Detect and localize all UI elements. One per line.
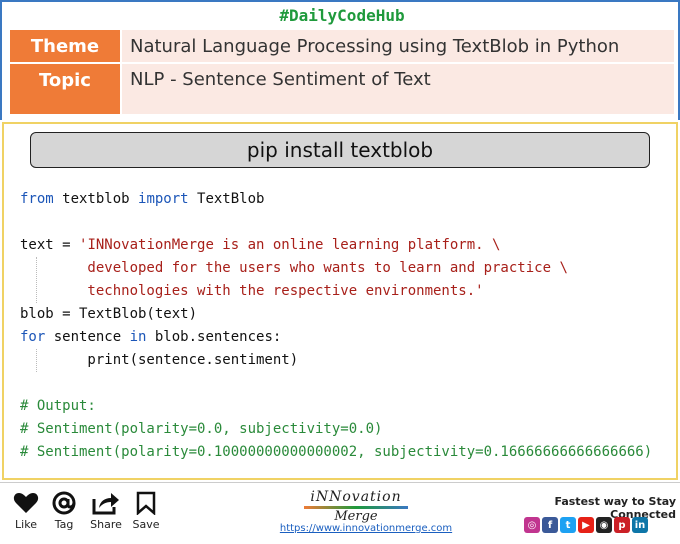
facebook-icon[interactable]: f	[542, 517, 558, 533]
share-icon	[92, 493, 119, 515]
at-icon	[52, 491, 76, 515]
code-comment: # Sentiment(polarity=0.10000000000000002…	[20, 444, 653, 460]
code-line: print(sentence.sentiment)	[20, 352, 299, 368]
code-line: technologies with the respective environ…	[20, 283, 484, 299]
footer: Like Tag Share Save iNNovation Merge htt…	[0, 482, 680, 544]
github-icon[interactable]: ◉	[596, 517, 612, 533]
heart-icon	[13, 493, 39, 513]
instagram-icon[interactable]: ◎	[524, 517, 540, 533]
youtube-icon[interactable]: ▶	[578, 517, 594, 533]
twitter-icon[interactable]: t	[560, 517, 576, 533]
theme-value: Natural Language Processing using TextBl…	[122, 30, 674, 62]
code-panel: pip install textblob from textblob impor…	[2, 122, 678, 480]
logo-line-2: Merge	[334, 509, 378, 524]
save-button[interactable]: Save	[126, 491, 166, 531]
code-line: for sentence in blob.sentences:	[20, 329, 282, 345]
bookmark-icon	[136, 491, 156, 515]
code-block: from textblob import TextBlob text = 'IN…	[20, 188, 670, 464]
pinterest-icon[interactable]: p	[614, 517, 630, 533]
brand-logo: iNNovation Merge	[296, 489, 416, 524]
like-label: Like	[15, 518, 37, 531]
code-comment: # Sentiment(polarity=0.0, subjectivity=0…	[20, 421, 383, 437]
theme-label: Theme	[10, 30, 120, 62]
topic-label: Topic	[10, 64, 120, 114]
hashtag-title: #DailyCodeHub	[279, 6, 405, 25]
code-line: from textblob import TextBlob	[20, 191, 265, 207]
theme-row: Theme Natural Language Processing using …	[10, 30, 674, 62]
code-line: blob = TextBlob(text)	[20, 306, 198, 322]
topic-row: Topic NLP - Sentence Sentiment of Text	[10, 64, 674, 114]
linkedin-icon[interactable]: in	[632, 517, 648, 533]
share-button[interactable]: Share	[86, 491, 126, 531]
save-label: Save	[132, 518, 160, 531]
tag-button[interactable]: Tag	[44, 491, 84, 531]
code-line: developed for the users who wants to lea…	[20, 260, 568, 276]
website-link[interactable]: https://www.innovationmerge.com	[276, 523, 456, 534]
social-icons: ◎ f t ▶ ◉ p in	[524, 517, 648, 533]
header-panel: #DailyCodeHub Theme Natural Language Pro…	[0, 0, 680, 120]
code-line: text = 'INNovationMerge is an online lea…	[20, 237, 501, 253]
code-comment: # Output:	[20, 398, 96, 414]
share-label: Share	[90, 518, 122, 531]
logo-line-1: iNNovation	[310, 489, 402, 505]
topic-value: NLP - Sentence Sentiment of Text	[122, 64, 674, 114]
install-command: pip install textblob	[30, 132, 650, 168]
tag-label: Tag	[54, 518, 74, 531]
like-button[interactable]: Like	[6, 491, 46, 531]
